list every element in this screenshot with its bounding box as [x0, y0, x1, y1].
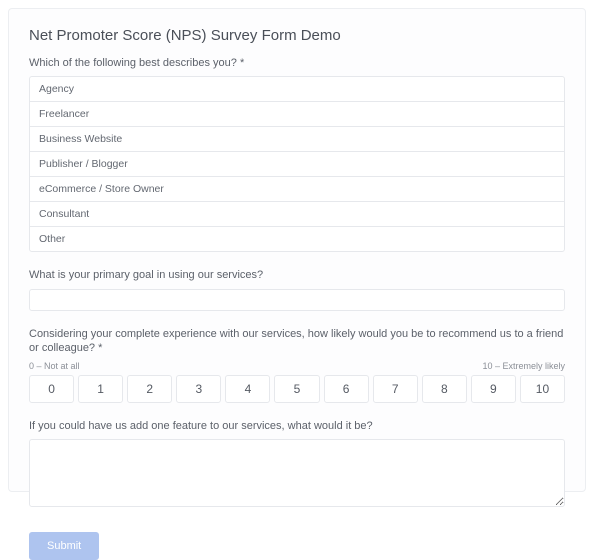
scale-6[interactable]: 6 [324, 375, 369, 403]
scale-3[interactable]: 3 [176, 375, 221, 403]
question-describes-you: Which of the following best describes yo… [29, 56, 565, 252]
scale-2[interactable]: 2 [127, 375, 172, 403]
question-feature-request: If you could have us add one feature to … [29, 419, 565, 510]
option-consultant[interactable]: Consultant [29, 201, 565, 227]
scale-9[interactable]: 9 [471, 375, 516, 403]
scale-10[interactable]: 10 [520, 375, 565, 403]
feature-request-textarea[interactable] [29, 439, 565, 507]
scale-row: 0 1 2 3 4 5 6 7 8 9 10 [29, 375, 565, 403]
options-list: Agency Freelancer Business Website Publi… [29, 76, 565, 252]
question-label: Considering your complete experience wit… [29, 327, 565, 356]
question-label: What is your primary goal in using our s… [29, 268, 565, 282]
option-ecommerce-store-owner[interactable]: eCommerce / Store Owner [29, 176, 565, 202]
question-primary-goal: What is your primary goal in using our s… [29, 268, 565, 310]
scale-hints: 0 – Not at all 10 – Extremely likely [29, 361, 565, 371]
option-freelancer[interactable]: Freelancer [29, 101, 565, 127]
scale-1[interactable]: 1 [78, 375, 123, 403]
question-label: Which of the following best describes yo… [29, 56, 565, 70]
option-business-website[interactable]: Business Website [29, 126, 565, 152]
primary-goal-input[interactable] [29, 289, 565, 311]
question-recommend: Considering your complete experience wit… [29, 327, 565, 404]
scale-hint-right: 10 – Extremely likely [482, 361, 565, 371]
scale-0[interactable]: 0 [29, 375, 74, 403]
option-agency[interactable]: Agency [29, 76, 565, 102]
option-other[interactable]: Other [29, 226, 565, 252]
scale-hint-left: 0 – Not at all [29, 361, 80, 371]
scale-5[interactable]: 5 [274, 375, 319, 403]
scale-8[interactable]: 8 [422, 375, 467, 403]
form-title: Net Promoter Score (NPS) Survey Form Dem… [29, 27, 565, 44]
option-publisher-blogger[interactable]: Publisher / Blogger [29, 151, 565, 177]
submit-button[interactable]: Submit [29, 532, 99, 560]
form-card: Net Promoter Score (NPS) Survey Form Dem… [8, 8, 586, 492]
question-label: If you could have us add one feature to … [29, 419, 565, 433]
scale-7[interactable]: 7 [373, 375, 418, 403]
scale-4[interactable]: 4 [225, 375, 270, 403]
